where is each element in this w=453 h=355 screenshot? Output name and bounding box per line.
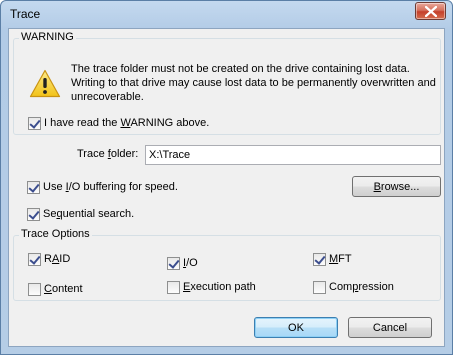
read-warning-checkbox[interactable]: I have read the WARNING above. <box>28 116 209 130</box>
compression-label: Compression <box>329 281 394 293</box>
trace-folder-input[interactable] <box>145 145 441 165</box>
dialog-body: WARNING The trace folder must not be cre… <box>8 28 445 347</box>
window-title: Trace <box>10 7 41 21</box>
mft-label: MFT <box>329 253 352 265</box>
read-warning-label: I have read the WARNING above. <box>44 117 210 129</box>
read-warning-checkbox-box[interactable] <box>28 116 41 130</box>
warning-group: WARNING The trace folder must not be cre… <box>13 31 441 135</box>
warning-group-label: WARNING <box>19 31 76 44</box>
compression-checkbox-box[interactable] <box>313 280 326 294</box>
io-buffering-checkbox[interactable]: Use I/O buffering for speed. <box>27 180 178 194</box>
close-button[interactable] <box>415 2 446 20</box>
ok-button[interactable]: OK <box>254 317 338 338</box>
io-option-label: I/O <box>183 257 198 269</box>
warning-message: The trace folder must not be created on … <box>71 63 436 103</box>
warning-icon <box>29 69 61 98</box>
raid-label: RAID <box>44 253 71 265</box>
raid-checkbox-box[interactable] <box>28 252 41 266</box>
compression-checkbox[interactable]: Compression <box>313 280 394 294</box>
close-icon <box>425 6 437 17</box>
io-buffering-label: Use I/O buffering for speed. <box>43 181 178 193</box>
title-bar[interactable]: Trace <box>1 1 452 27</box>
trace-folder-label: Trace folder: <box>77 148 139 160</box>
sequential-search-checkbox[interactable]: Sequential search. <box>27 207 134 221</box>
execution-path-label: Execution path <box>183 281 256 293</box>
sequential-search-checkbox-box[interactable] <box>27 207 40 221</box>
content-checkbox[interactable]: Content <box>28 282 83 296</box>
sequential-search-label: Sequential search. <box>43 208 135 220</box>
io-buffering-checkbox-box[interactable] <box>27 180 40 194</box>
execution-path-checkbox-box[interactable] <box>167 280 180 294</box>
execution-path-checkbox[interactable]: Execution path <box>167 280 256 294</box>
cancel-button[interactable]: Cancel <box>348 317 432 338</box>
trace-dialog: Trace WARNING The trace folder must not … <box>0 0 453 355</box>
trace-options-group-label: Trace Options <box>19 228 92 241</box>
content-checkbox-box[interactable] <box>28 282 41 296</box>
mft-checkbox[interactable]: MFT <box>313 252 352 266</box>
io-option-checkbox[interactable]: I/O <box>167 256 198 270</box>
browse-button[interactable]: Browse... <box>352 176 441 197</box>
trace-options-group: Trace Options RAID I/O MFT Content Execu… <box>13 228 441 301</box>
raid-checkbox[interactable]: RAID <box>28 252 70 266</box>
io-option-checkbox-box[interactable] <box>167 256 180 270</box>
mft-checkbox-box[interactable] <box>313 252 326 266</box>
content-label: Content <box>44 283 83 295</box>
